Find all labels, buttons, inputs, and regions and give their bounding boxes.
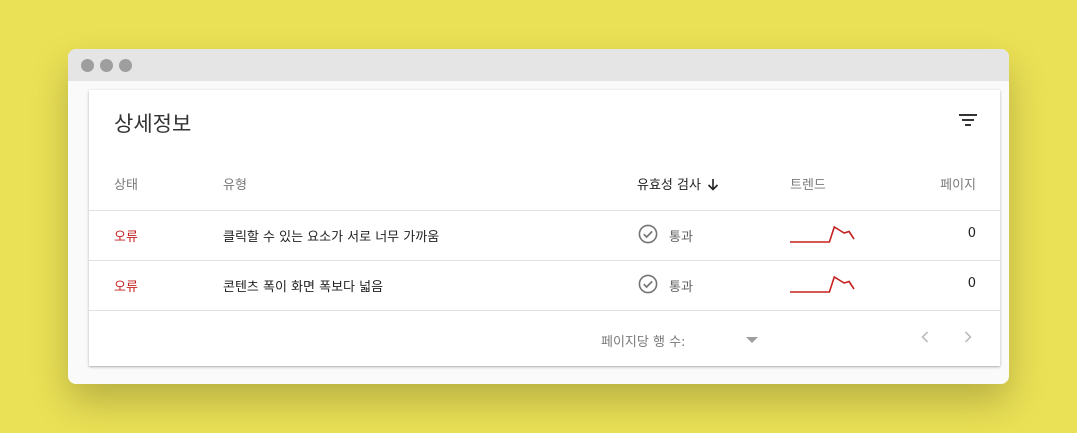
- rows-per-page-dropdown[interactable]: [746, 337, 758, 343]
- next-page-button[interactable]: [958, 327, 978, 347]
- filter-button[interactable]: [956, 108, 980, 132]
- check-circle-icon: [638, 224, 658, 244]
- window-minimize-dot[interactable]: [100, 58, 113, 72]
- type-cell: 클릭할 수 있는 요소가 서로 너무 가까움: [223, 230, 440, 245]
- validation-cell: 통과: [669, 280, 693, 295]
- header-pages[interactable]: 페이지: [940, 174, 976, 193]
- pages-cell: 0: [967, 276, 976, 291]
- type-cell: 콘텐츠 폭이 화면 폭보다 넓음: [223, 280, 384, 295]
- trend-sparkline: [790, 225, 855, 243]
- window-close-dot[interactable]: [81, 58, 94, 72]
- filter-list-icon: [959, 114, 977, 126]
- trend-line: [790, 225, 855, 243]
- header-validation[interactable]: 유효성 검사: [637, 174, 719, 193]
- details-card: 상세정보 상태 유형 유효성 검사 트렌드 페이지 오류 클릭할 수 있는 요소…: [89, 90, 1000, 366]
- header-validation-label: 유효성 검사: [637, 178, 701, 193]
- card-title: 상세정보: [114, 112, 192, 136]
- trend-line: [790, 275, 855, 293]
- window-maximize-dot[interactable]: [119, 58, 132, 72]
- chevron-left-icon: [921, 331, 929, 343]
- table-row[interactable]: 오류 콘텐츠 폭이 화면 폭보다 넓음 통과 0: [89, 261, 1000, 310]
- rows-per-page-label: 페이지당 행 수:: [601, 335, 686, 350]
- window-titlebar: [68, 49, 1009, 81]
- chevron-right-icon: [964, 331, 972, 343]
- header-status[interactable]: 상태: [114, 174, 138, 193]
- status-cell: 오류: [114, 280, 138, 295]
- trend-sparkline: [790, 275, 855, 293]
- prev-page-button[interactable]: [915, 327, 935, 347]
- row-divider: [89, 310, 1000, 311]
- status-cell: 오류: [114, 230, 138, 245]
- header-type[interactable]: 유형: [223, 174, 247, 193]
- pages-cell: 0: [967, 226, 976, 241]
- check-circle-icon: [638, 274, 658, 294]
- arrow-down-icon: [707, 179, 719, 191]
- table-row[interactable]: 오류 클릭할 수 있는 요소가 서로 너무 가까움 통과 0: [89, 211, 1000, 260]
- browser-window: 상세정보 상태 유형 유효성 검사 트렌드 페이지 오류 클릭할 수 있는 요소…: [68, 49, 1009, 384]
- header-trend[interactable]: 트렌드: [790, 174, 826, 193]
- validation-cell: 통과: [669, 230, 693, 245]
